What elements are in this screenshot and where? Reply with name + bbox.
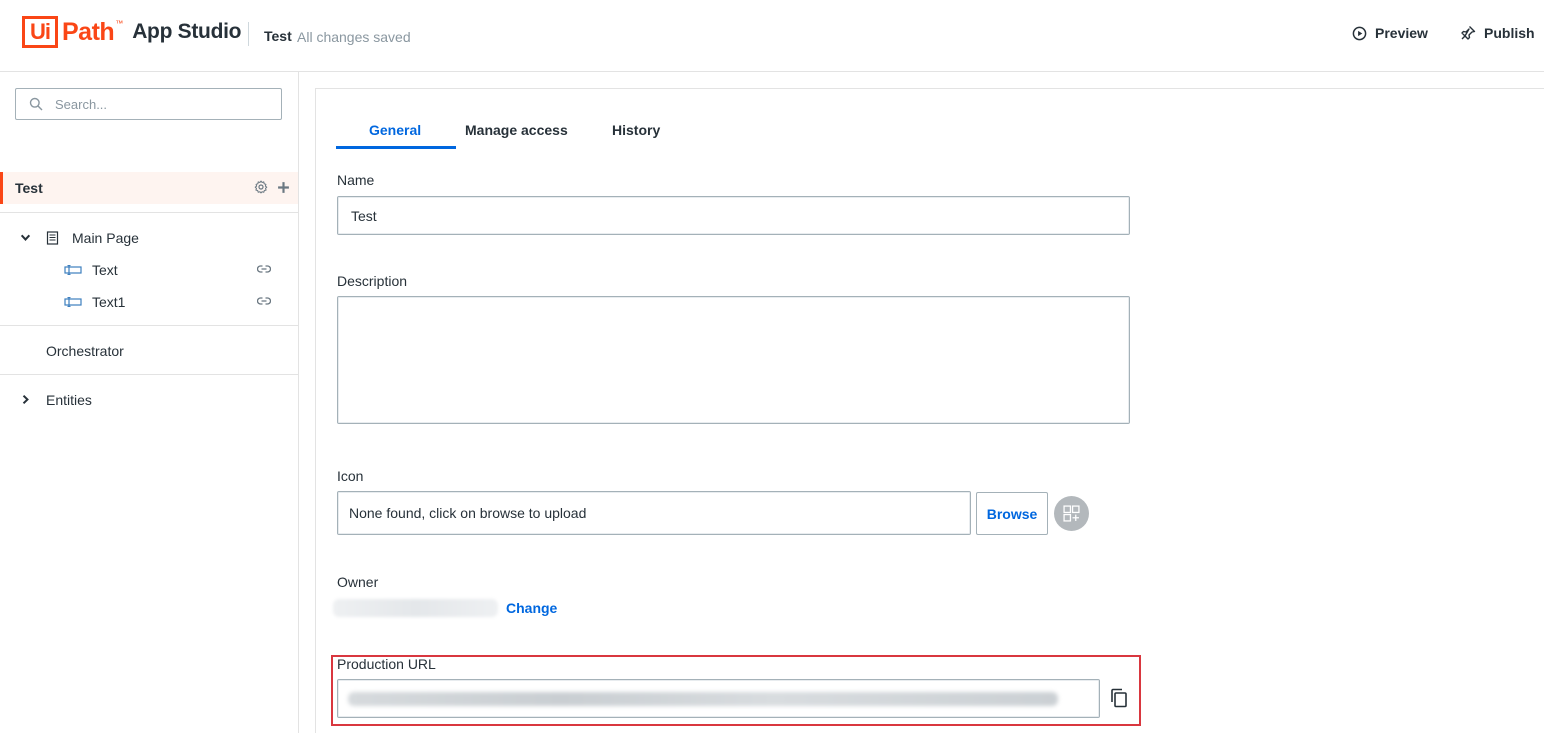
icon-field-value: None found, click on browse to upload bbox=[349, 505, 587, 521]
orchestrator-label: Orchestrator bbox=[46, 343, 124, 359]
tree-root-label: Test bbox=[15, 180, 43, 196]
description-label: Description bbox=[337, 273, 408, 289]
owner-email-redacted bbox=[333, 599, 498, 617]
entities-label: Entities bbox=[46, 392, 92, 408]
tree-divider bbox=[0, 212, 298, 213]
tree-divider bbox=[0, 325, 298, 326]
icon-label: Icon bbox=[337, 468, 364, 484]
tree-item-main-page[interactable]: Main Page bbox=[0, 224, 298, 252]
tree-item-entities[interactable]: Entities bbox=[0, 386, 298, 414]
description-field[interactable] bbox=[337, 296, 1130, 424]
publish-button[interactable]: Publish bbox=[1460, 25, 1535, 41]
tree-item-orchestrator[interactable]: Orchestrator bbox=[0, 337, 298, 365]
main-page-label: Main Page bbox=[72, 230, 139, 246]
tree-item-label: Text bbox=[92, 262, 118, 278]
active-tab-indicator bbox=[336, 146, 456, 149]
icon-preview bbox=[1054, 496, 1089, 531]
preview-label: Preview bbox=[1375, 25, 1428, 41]
production-url-label: Production URL bbox=[337, 656, 436, 672]
chevron-down-icon[interactable] bbox=[20, 232, 31, 243]
production-url-field[interactable] bbox=[337, 679, 1100, 718]
search-icon bbox=[29, 97, 43, 111]
name-field[interactable] bbox=[337, 196, 1130, 235]
tree-item-text[interactable]: Text bbox=[0, 256, 298, 284]
tree-divider bbox=[0, 374, 298, 375]
tree-item-label: Text1 bbox=[92, 294, 126, 310]
tree-item-text1[interactable]: Text1 bbox=[0, 288, 298, 316]
tree-root-actions bbox=[254, 180, 290, 194]
publish-icon bbox=[1461, 26, 1476, 40]
page-icon bbox=[46, 231, 59, 245]
uipath-logo: Ui Path ™ App Studio bbox=[22, 16, 241, 48]
production-url-redacted bbox=[348, 691, 1058, 706]
owner-label: Owner bbox=[337, 574, 379, 590]
play-circle-icon bbox=[1352, 26, 1367, 40]
text-control-icon bbox=[64, 265, 82, 275]
tab-history[interactable]: History bbox=[612, 122, 660, 138]
browse-button[interactable]: Browse bbox=[976, 492, 1048, 535]
tab-manage-access[interactable]: Manage access bbox=[465, 122, 568, 138]
search-input[interactable] bbox=[55, 96, 255, 112]
text-control-icon bbox=[64, 297, 82, 307]
link-icon[interactable] bbox=[257, 264, 271, 274]
copy-icon[interactable] bbox=[1110, 688, 1128, 708]
logo-path-text: Path bbox=[62, 17, 115, 46]
icon-field[interactable]: None found, click on browse to upload bbox=[337, 491, 971, 535]
top-header: Ui Path ™ App Studio Test All changes sa… bbox=[0, 0, 1544, 72]
tab-general[interactable]: General bbox=[369, 122, 421, 138]
preview-button[interactable]: Preview bbox=[1352, 25, 1428, 41]
header-divider bbox=[248, 22, 249, 46]
search-box[interactable] bbox=[15, 88, 282, 120]
link-icon[interactable] bbox=[257, 296, 271, 306]
gear-icon[interactable] bbox=[254, 180, 268, 194]
logo-trademark: ™ bbox=[115, 18, 124, 28]
tree-root-app[interactable]: Test bbox=[0, 172, 298, 204]
app-name: Test bbox=[264, 28, 292, 44]
product-name: App Studio bbox=[132, 20, 242, 43]
name-label: Name bbox=[337, 172, 375, 188]
plus-icon[interactable] bbox=[277, 181, 290, 194]
change-owner-link[interactable]: Change bbox=[506, 600, 557, 616]
app-placeholder-icon bbox=[1063, 505, 1080, 522]
logo-ui-mark: Ui bbox=[22, 16, 58, 48]
save-status: All changes saved bbox=[297, 29, 411, 45]
sidebar: Test Main Page Text bbox=[0, 72, 299, 733]
chevron-right-icon[interactable] bbox=[20, 394, 31, 405]
publish-label: Publish bbox=[1484, 25, 1535, 41]
